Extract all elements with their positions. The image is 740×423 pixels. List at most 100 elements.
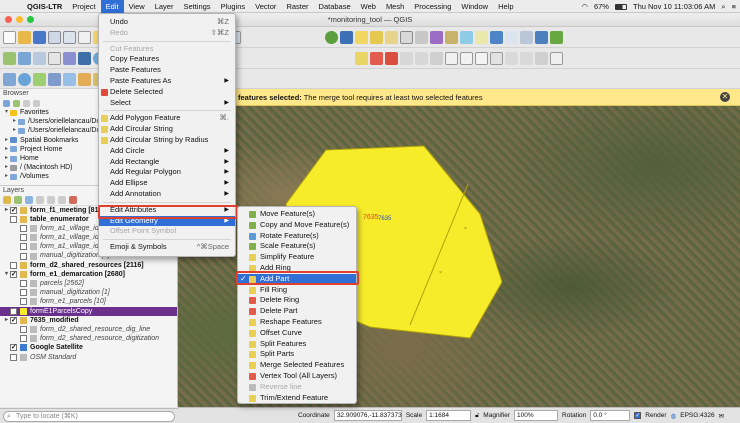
menu-processing[interactable]: Processing bbox=[409, 0, 456, 13]
close-message-icon[interactable]: ✕ bbox=[720, 92, 730, 102]
expand-arrow-icon[interactable]: ▸ bbox=[11, 117, 18, 126]
battery-icon[interactable] bbox=[614, 3, 627, 10]
pin-labels-icon[interactable] bbox=[505, 52, 518, 65]
bookmark-new-icon[interactable] bbox=[490, 31, 503, 44]
layer-visibility-checkbox[interactable]: ✓ bbox=[10, 307, 17, 315]
expand-arrow-icon[interactable]: ▸ bbox=[3, 316, 10, 325]
add-delimited-text-icon[interactable] bbox=[48, 52, 61, 65]
geometry-menu-merge-selected-features[interactable]: Merge Selected Features bbox=[238, 360, 356, 371]
select-by-value-icon[interactable] bbox=[370, 31, 383, 44]
save-project-icon[interactable] bbox=[33, 31, 46, 44]
split-features-icon[interactable] bbox=[78, 72, 91, 86]
expand-arrow-icon[interactable]: ▸ bbox=[3, 172, 10, 181]
add-raster-layer-icon[interactable] bbox=[18, 52, 31, 65]
menu-vector[interactable]: Vector bbox=[250, 0, 281, 13]
layer-visibility-checkbox[interactable] bbox=[20, 298, 27, 306]
layer-visibility-checkbox[interactable]: ✓ bbox=[10, 270, 17, 278]
crs-icon[interactable]: ◍ bbox=[671, 412, 677, 420]
menu-database[interactable]: Database bbox=[314, 0, 356, 13]
label-icon[interactable] bbox=[475, 52, 488, 65]
layer-item[interactable]: ▸ ✓ 7635_modified bbox=[0, 316, 177, 325]
layer-item[interactable]: form_e1_parcels [10] bbox=[0, 297, 177, 306]
menu-mesh[interactable]: Mesh bbox=[381, 0, 409, 13]
digitize-shape-icon[interactable] bbox=[48, 72, 61, 86]
enable-snapping-icon[interactable] bbox=[18, 72, 31, 86]
layer-visibility-checkbox[interactable] bbox=[20, 234, 27, 242]
edit-menu-redo[interactable]: Redo ⇧⌘Z bbox=[99, 28, 235, 39]
edit-menu-offset-point-symbol[interactable]: Offset Point Symbol bbox=[99, 226, 235, 237]
show-hide-labels-icon[interactable] bbox=[520, 52, 533, 65]
layer-item[interactable]: form_d2_shared_resource_digitization bbox=[0, 334, 177, 343]
layer-visibility-checkbox[interactable] bbox=[20, 243, 27, 251]
search-icon[interactable]: ⌕ bbox=[721, 2, 725, 12]
add-postgis-icon[interactable] bbox=[78, 52, 91, 65]
redo-icon[interactable] bbox=[460, 52, 473, 65]
menu-settings[interactable]: Settings bbox=[178, 0, 215, 13]
edit-menu-select[interactable]: Select ▶ bbox=[99, 98, 235, 109]
deselect-icon[interactable] bbox=[385, 31, 398, 44]
layer-visibility-checkbox[interactable] bbox=[10, 215, 17, 223]
layer-visibility-checkbox[interactable] bbox=[20, 224, 27, 232]
measure-icon[interactable] bbox=[445, 31, 458, 44]
geometry-menu-split-parts[interactable]: Split Parts bbox=[238, 349, 356, 360]
add-vector-layer-icon[interactable] bbox=[3, 52, 16, 65]
menu-plugins[interactable]: Plugins bbox=[216, 0, 251, 13]
field-calculator-icon[interactable] bbox=[415, 31, 428, 44]
map-tips-icon[interactable] bbox=[475, 31, 488, 44]
geometry-menu-copy-and-move-feature-s[interactable]: Copy and Move Feature(s) bbox=[238, 220, 356, 231]
menu-web[interactable]: Web bbox=[356, 0, 381, 13]
render-checkbox[interactable]: ✓ bbox=[634, 412, 642, 419]
select-features-icon[interactable] bbox=[355, 31, 368, 44]
edit-menu-paste-features[interactable]: Paste Features bbox=[99, 65, 235, 76]
locator-input[interactable]: ⌕ Type to locate (⌘K) bbox=[3, 411, 175, 422]
messages-icon[interactable]: ✉ bbox=[719, 412, 724, 420]
geometry-menu-reshape-features[interactable]: Reshape Features bbox=[238, 317, 356, 328]
edit-menu-add-rectangle[interactable]: Add Rectangle ▶ bbox=[99, 157, 235, 168]
edit-menu-add-circular-string-by-radius[interactable]: Add Circular String by Radius bbox=[99, 135, 235, 146]
vertex-editor-icon[interactable] bbox=[33, 72, 46, 86]
geometry-menu-rotate-feature-s[interactable]: Rotate Feature(s) bbox=[238, 231, 356, 242]
open-attribute-table-icon[interactable] bbox=[400, 31, 413, 44]
move-label-icon[interactable] bbox=[535, 52, 548, 65]
expand-arrow-icon[interactable]: ▸ bbox=[3, 154, 10, 163]
geometry-menu-offset-curve[interactable]: Offset Curve bbox=[238, 328, 356, 339]
layer-visibility-checkbox[interactable]: ✓ bbox=[10, 316, 17, 324]
add-polygon-icon[interactable] bbox=[355, 52, 368, 65]
plugins-icon[interactable] bbox=[550, 31, 563, 44]
layer-item[interactable]: ✓ Google Satellite bbox=[0, 343, 177, 352]
layer-item[interactable]: form_d2_shared_resources [2116] bbox=[0, 261, 177, 270]
manage-themes-icon[interactable] bbox=[25, 195, 33, 204]
browser-collapse-icon[interactable] bbox=[33, 100, 40, 107]
temporal-controller-icon[interactable] bbox=[520, 31, 533, 44]
copy-features-icon[interactable] bbox=[415, 52, 428, 65]
edit-menu-add-regular-polygon[interactable]: Add Regular Polygon ▶ bbox=[99, 167, 235, 178]
geometry-menu-move-feature-s[interactable]: Move Feature(s) bbox=[238, 209, 356, 220]
browser-filter-icon[interactable] bbox=[23, 100, 30, 107]
annotation-icon[interactable] bbox=[460, 31, 473, 44]
layer-visibility-checkbox[interactable] bbox=[10, 261, 17, 269]
menu-view[interactable]: View bbox=[124, 0, 150, 13]
edit-menu-copy-features[interactable]: Copy Features bbox=[99, 54, 235, 65]
menu-project[interactable]: Project bbox=[67, 0, 100, 13]
edit-menu-add-circular-string[interactable]: Add Circular String bbox=[99, 124, 235, 135]
zoom-window-button[interactable] bbox=[27, 16, 34, 23]
layer-visibility-checkbox[interactable] bbox=[10, 353, 17, 361]
cut-features-icon[interactable] bbox=[400, 52, 413, 65]
delete-selected-icon[interactable] bbox=[385, 52, 398, 65]
layer-item[interactable]: manual_digitization [1] bbox=[0, 288, 177, 297]
battery-percent[interactable]: 67% bbox=[594, 2, 609, 11]
layer-item[interactable]: parcels [2562] bbox=[0, 279, 177, 288]
edit-menu-add-annotation[interactable]: Add Annotation ▶ bbox=[99, 189, 235, 200]
python-console-icon[interactable] bbox=[535, 31, 548, 44]
layout-manager-icon[interactable] bbox=[63, 31, 76, 44]
remove-layer-icon[interactable] bbox=[69, 195, 77, 204]
menu-help[interactable]: Help bbox=[493, 0, 518, 13]
print-layout-icon[interactable] bbox=[48, 31, 61, 44]
geometry-menu-fill-ring[interactable]: Fill Ring bbox=[238, 285, 356, 296]
layer-visibility-checkbox[interactable] bbox=[20, 252, 27, 260]
crs-label[interactable]: EPSG:4326 bbox=[680, 412, 714, 419]
geometry-menu-trim-extend-feature[interactable]: Trim/Extend Feature bbox=[238, 393, 356, 404]
vertex-tool-icon[interactable] bbox=[370, 52, 383, 65]
edit-menu-add-polygon-feature[interactable]: Add Polygon Feature ⌘. bbox=[99, 113, 235, 124]
expand-arrow-icon[interactable]: ▸ bbox=[3, 206, 10, 215]
